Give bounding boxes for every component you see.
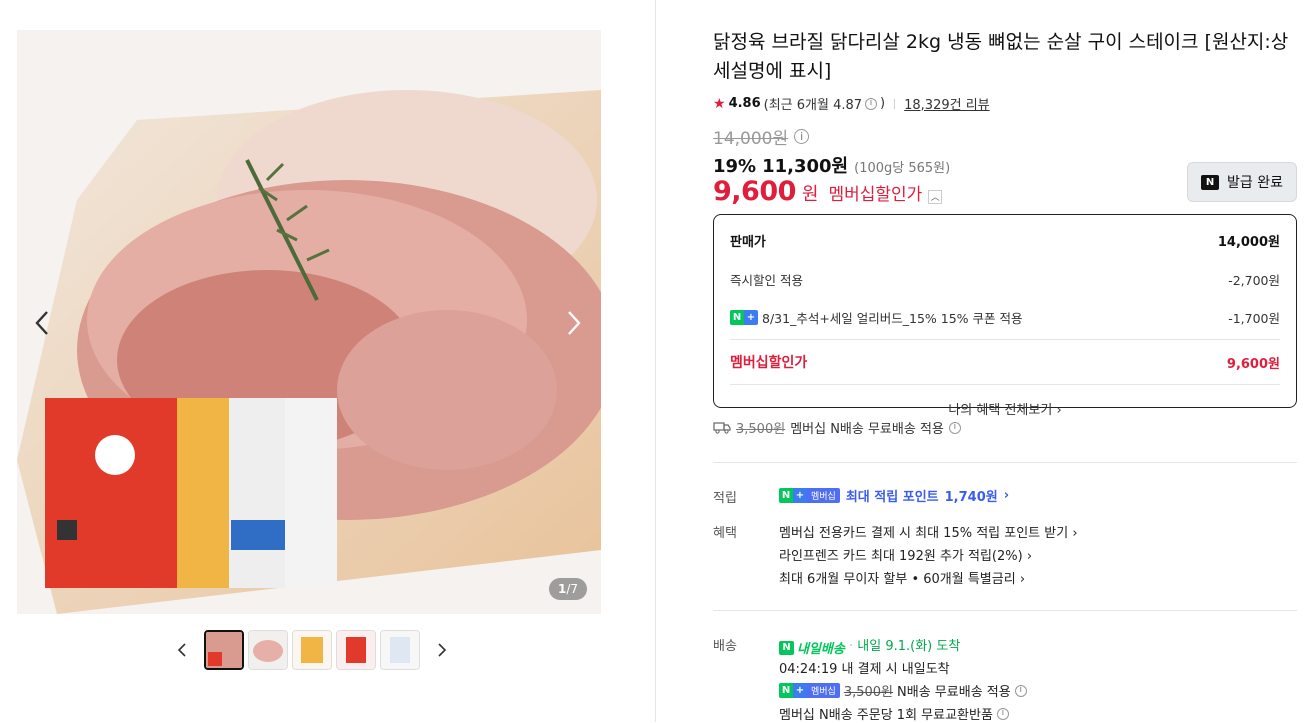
sale-price: 11,300원 (762, 156, 849, 177)
info-icon[interactable]: i (865, 97, 878, 110)
star-icon: ★ (713, 95, 726, 112)
delivery-timer-row: 04:24:19 내 결제 시 내일도착 (779, 658, 950, 677)
naver-n-icon: N (1201, 174, 1219, 190)
chevron-right-icon: › (1003, 488, 1010, 503)
divider (713, 462, 1297, 463)
recent-rating: (최근 6개월 4.87 (763, 98, 863, 113)
delivery-fee: 3,500원 (843, 685, 894, 700)
coupon-issued-button[interactable]: N 발급 완료 (1187, 162, 1297, 202)
thumb-prev-button[interactable] (172, 630, 192, 670)
delivery-fee-text: N배송 무료배송 적용 (897, 685, 1011, 700)
free-exchange-row: 멤버십 N배송 주문당 1회 무료교환반품 i (779, 704, 1009, 723)
tomorrow-delivery-logo: N 내일배송 (779, 638, 845, 657)
delivery-timer: 04:24:19 (779, 662, 838, 677)
price-row-value: 14,000원 (1217, 235, 1280, 250)
benefit-item[interactable]: 라인프렌즈 카드 최대 192원 추가 적립(2%) › (779, 545, 1032, 564)
price-row-label: 판매가 (730, 235, 766, 250)
price-row-member: 멤버십할인가 9,600원 (730, 352, 1280, 372)
recent-rating-close: ) (880, 96, 886, 111)
benefit-item[interactable]: 멤버십 전용카드 결제 시 최대 15% 적립 포인트 받기 › (779, 522, 1078, 541)
rating-row: ★ 4.86 (최근 6개월 4.87 i ) 18,329건 리뷰 (713, 94, 990, 114)
npay-membership-badge: N + 멤버십 (779, 683, 840, 698)
divider (894, 98, 896, 109)
delivery-arrival-row: N 내일배송 · 내일 9.1.(화) 도착 (779, 635, 960, 657)
image-counter: 1/7 (548, 578, 587, 600)
rating-score: 4.86 (728, 96, 761, 111)
thumbnail-2[interactable] (248, 630, 288, 670)
info-icon[interactable]: i (948, 421, 961, 434)
product-main-image[interactable]: 1/7 (17, 30, 601, 614)
points-amount: 1,740원 (944, 490, 998, 505)
divider (713, 610, 1297, 611)
price-row-value: -2,700원 (1228, 273, 1280, 288)
truck-icon (713, 422, 731, 434)
chevron-right-icon: › (1072, 526, 1078, 541)
price-row-label: 8/31_추석+세일 얼리버드_15% 15% 쿠폰 적용 (762, 311, 1023, 326)
chevron-right-icon: › (1056, 403, 1062, 418)
info-icon[interactable]: i (794, 129, 810, 144)
member-price-label: 멤버십할인가 (828, 185, 923, 205)
thumbnail-1[interactable] (204, 630, 244, 670)
gallery-prev-arrow[interactable] (28, 308, 56, 338)
coupon-button-label: 발급 완료 (1227, 175, 1283, 191)
member-price: 9,600 (713, 176, 796, 207)
npay-plus-icon: N + (730, 310, 758, 325)
chevron-up-icon[interactable]: ︿ (928, 189, 943, 204)
discount-percent: 19% (713, 156, 757, 177)
thumbnail-3[interactable] (292, 630, 332, 670)
member-price-row: 9,600 원 멤버십할인가 ︿ (713, 176, 943, 207)
benefits-label: 혜택 (713, 526, 737, 541)
review-count-link[interactable]: 18,329건 리뷰 (904, 94, 990, 113)
view-all-benefits-label: 나의 혜택 전체보기 (948, 403, 1053, 418)
shipping-row: 3,500원 멤버십 N배송 무료배송 적용 i (713, 418, 961, 437)
divider (730, 384, 1280, 385)
chevron-left-icon (177, 643, 186, 657)
thumb-next-button[interactable] (432, 630, 452, 670)
npay-membership-badge: N + 멤버십 (779, 488, 840, 503)
thumbnail-strip (172, 630, 452, 670)
unit-price: (100g당 565원) (854, 161, 951, 176)
original-price-row: 14,000원 i (713, 124, 810, 149)
sale-price-row: 19% 11,300원 (100g당 565원) (713, 152, 950, 178)
delivery-label: 배송 (713, 639, 737, 654)
gallery-next-arrow[interactable] (560, 308, 588, 338)
chevron-left-icon (35, 311, 48, 335)
price-row-sale: 판매가 14,000원 (730, 231, 1280, 250)
info-icon[interactable]: i (1014, 684, 1027, 697)
divider (730, 339, 1280, 340)
price-row-value: 9,600원 (1226, 356, 1280, 372)
points-label: 적립 (713, 491, 737, 506)
max-points-link[interactable]: N + 멤버십 최대 적립 포인트 1,740원 › (779, 486, 1009, 505)
original-price: 14,000원 (713, 129, 789, 149)
delivery-timer-text: 내 결제 시 내일도착 (841, 662, 950, 677)
product-title: 닭정육 브라질 닭다리살 2kg 냉동 뼈없는 순살 구이 스테이크 [원산지:… (713, 31, 1289, 82)
thumbnail-4[interactable] (336, 630, 376, 670)
chevron-right-icon: › (1026, 549, 1033, 564)
info-icon[interactable]: i (996, 707, 1009, 720)
thumbnail-5[interactable] (380, 630, 420, 670)
chevron-right-icon (568, 311, 581, 335)
member-price-won: 원 (801, 184, 819, 205)
naver-n-icon: N (779, 640, 794, 655)
free-exchange-text: 멤버십 N배송 주문당 1회 무료교환반품 (779, 708, 993, 723)
price-row-label: 즉시할인 적용 (730, 273, 803, 288)
delivery-fee-row: N + 멤버십 3,500원 N배송 무료배송 적용 i (779, 681, 1027, 700)
gallery-panel: 1/7 (0, 0, 656, 722)
price-breakdown-box: 판매가 14,000원 즉시할인 적용 -2,700원 N + 8/31_추석+세… (713, 214, 1297, 418)
benefit-item[interactable]: 최대 6개월 무이자 할부 • 60개월 특별금리 › (779, 568, 1025, 587)
price-row-coupon: N + 8/31_추석+세일 얼리버드_15% 15% 쿠폰 적용 -1,700원 (730, 308, 1280, 327)
price-row-label: 멤버십할인가 (730, 355, 808, 371)
arrival-date: 내일 9.1.(화) 도착 (857, 639, 961, 654)
shipping-fee: 3,500원 (736, 422, 786, 437)
chevron-right-icon: › (1019, 572, 1026, 587)
shipping-text: 멤버십 N배송 무료배송 적용 (790, 422, 944, 437)
points-text: 최대 적립 포인트 (845, 490, 939, 505)
price-row-value: -1,700원 (1228, 311, 1280, 326)
view-all-benefits-link[interactable]: 나의 혜택 전체보기 › (730, 399, 1280, 418)
price-row-instant-discount: 즉시할인 적용 -2,700원 (730, 270, 1280, 289)
chevron-right-icon (438, 643, 447, 657)
